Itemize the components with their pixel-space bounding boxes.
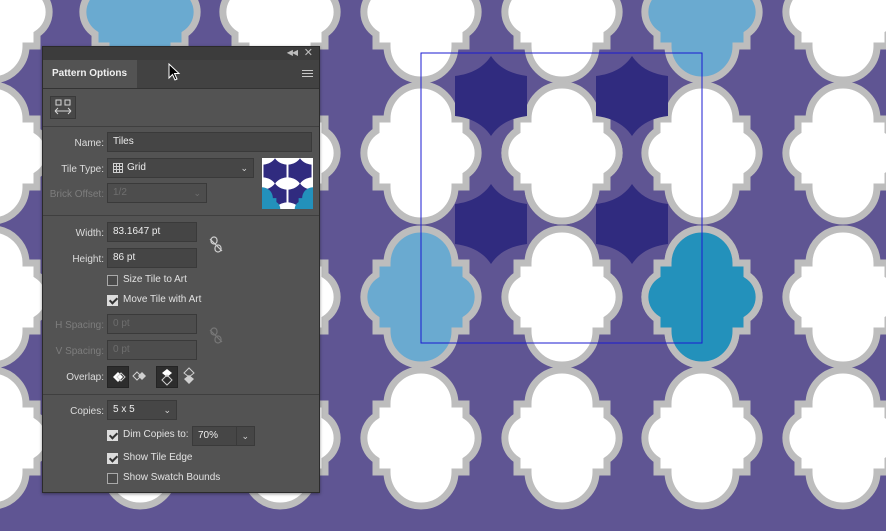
- tile-type-label: Tile Type:: [61, 164, 104, 175]
- checkbox-label: Dim Copies to:: [123, 429, 189, 440]
- chevron-down-icon: ⌄: [193, 188, 201, 198]
- tile-diamond: [596, 184, 668, 264]
- tile-shape: [364, 370, 478, 506]
- tab-pattern-options[interactable]: Pattern Options: [43, 60, 137, 88]
- width-field[interactable]: 83.1647 pt: [107, 222, 197, 242]
- checkbox-label: Show Swatch Bounds: [123, 472, 221, 483]
- h-spacing-label: H Spacing:: [55, 320, 104, 331]
- tile-shape: [786, 229, 886, 365]
- chevron-down-icon: ⌄: [240, 163, 248, 173]
- dropdown-divider: [236, 427, 237, 445]
- link-icon[interactable]: [208, 236, 224, 254]
- checkbox-label: Size Tile to Art: [123, 274, 187, 285]
- overlap-label: Overlap:: [66, 372, 104, 383]
- swatch-thumbnail-art: [262, 158, 313, 209]
- tile-diamond: [455, 184, 527, 264]
- fit-tile-button[interactable]: [50, 96, 76, 119]
- tile-type-dropdown[interactable]: Grid ⌄: [107, 158, 254, 178]
- overlap-bottom-in-front-button[interactable]: [179, 366, 201, 388]
- tile-shape: [505, 370, 619, 506]
- pattern-options-panel: ◀◀ ✕ Pattern Options Name: Tiles Tile Ty…: [42, 46, 320, 493]
- overlap-bottom-icon: [183, 367, 195, 384]
- checkbox-box[interactable]: [107, 473, 118, 484]
- divider: [43, 394, 319, 395]
- copies-value: 5 x 5: [113, 404, 135, 415]
- panel-titlebar[interactable]: ◀◀ ✕: [43, 47, 319, 60]
- v-spacing-field[interactable]: 0 pt: [107, 340, 197, 360]
- brick-offset-value: 1/2: [113, 187, 127, 198]
- tile-shape: [505, 229, 619, 365]
- tile-shape: [505, 0, 619, 80]
- tile-shape: [786, 370, 886, 506]
- copies-dropdown[interactable]: 5 x 5 ⌄: [107, 400, 177, 420]
- width-label: Width:: [75, 228, 104, 239]
- overlap-top-icon: [161, 369, 173, 386]
- chevron-down-icon: ⌄: [163, 405, 171, 415]
- tile-shape: [786, 0, 886, 80]
- swatch-thumbnail: [262, 158, 313, 209]
- copies-label: Copies:: [70, 406, 104, 417]
- brick-offset-label: Brick Offset:: [49, 189, 104, 200]
- height-label: Height:: [72, 254, 104, 265]
- tile-shape: [786, 85, 886, 221]
- collapse-icon[interactable]: ◀◀: [287, 48, 298, 57]
- checkbox-box[interactable]: [107, 275, 118, 286]
- dim-copies-value: 70%: [198, 430, 219, 441]
- fit-tile-icon: [54, 99, 72, 115]
- tile-shape: [645, 370, 759, 506]
- divider: [43, 126, 319, 127]
- grid-icon: [113, 163, 123, 173]
- dim-copies-dropdown[interactable]: 70% ⌄: [192, 426, 255, 446]
- checkbox-box[interactable]: [107, 430, 118, 441]
- brick-offset-dropdown[interactable]: 1/2 ⌄: [107, 183, 207, 203]
- name-field[interactable]: Tiles: [107, 132, 312, 152]
- mouse-cursor-icon: [168, 63, 181, 81]
- checkbox-box[interactable]: [107, 453, 118, 464]
- checkbox-label: Show Tile Edge: [123, 452, 193, 463]
- panel-menu-icon[interactable]: [302, 70, 313, 79]
- close-icon[interactable]: ✕: [304, 46, 313, 59]
- overlap-left-in-front-button[interactable]: [107, 366, 129, 388]
- name-label: Name:: [74, 138, 104, 149]
- checkbox-box[interactable]: [107, 295, 118, 306]
- overlap-top-in-front-button[interactable]: [156, 366, 178, 388]
- v-spacing-label: V Spacing:: [55, 346, 104, 357]
- height-field[interactable]: 86 pt: [107, 248, 197, 268]
- overlap-left-icon: [113, 372, 126, 382]
- h-spacing-field[interactable]: 0 pt: [107, 314, 197, 334]
- overlap-right-icon: [132, 371, 146, 381]
- divider: [43, 215, 319, 216]
- tile-type-value: Grid: [127, 162, 146, 173]
- link-disabled-icon: [209, 327, 223, 344]
- checkbox-label: Move Tile with Art: [123, 294, 202, 305]
- overlap-right-in-front-button[interactable]: [130, 366, 152, 388]
- chevron-down-icon: ⌄: [241, 431, 249, 441]
